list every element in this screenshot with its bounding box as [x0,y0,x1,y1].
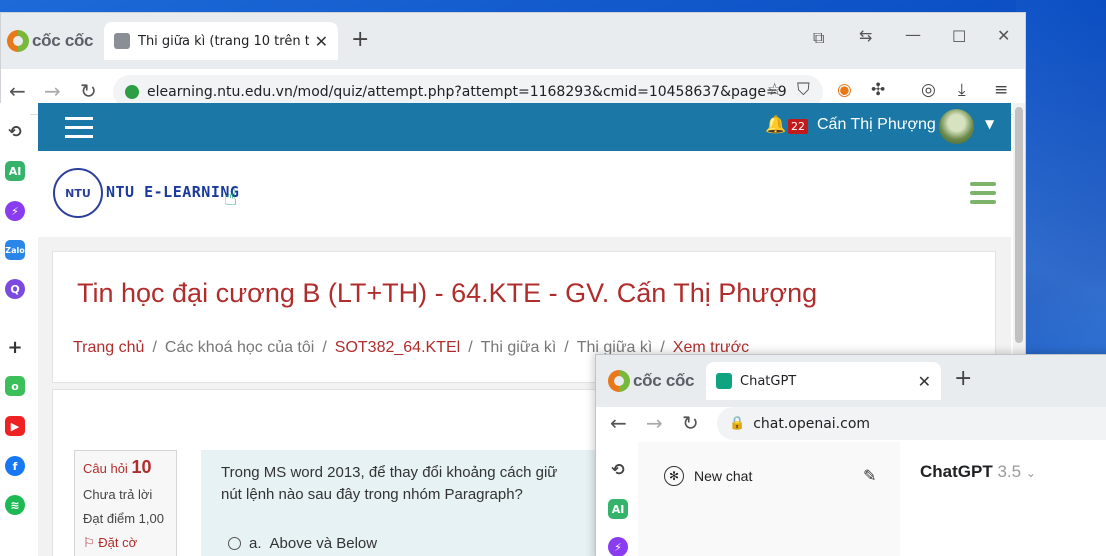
minimize-button[interactable]: — [905,25,921,44]
openai-logo-icon: ✻ [664,466,684,486]
breadcrumb-my-courses[interactable]: Các khoá học của tôi [165,339,314,356]
screen-capture-icon[interactable]: ⧉ [813,28,824,48]
question-info: Câu hỏi 10 Chưa trả lời Đạt điểm 1,00 ⚐ … [74,450,177,556]
coccoc-logo-icon [608,370,630,392]
tab-title: Thi giữa kì (trang 10 trên tổng [138,33,309,49]
drawer-menu-button[interactable] [65,117,93,144]
browser-sidebar: ⟲ AI ⚡ Zalo Q + o ▶ f ≋ [0,103,30,556]
back-button[interactable]: ← [610,411,627,435]
chatgpt-main: ChatGPT 3.5 ⌄ [900,442,1106,556]
option-a-text: Above và Below [269,535,378,552]
flag-label: Đặt cờ [98,535,138,550]
user-menu-caret-icon[interactable]: ▼ [985,117,994,131]
zalo-icon[interactable]: Zalo [5,240,25,260]
title-bar: cốc cốc Thi giữa kì (trang 10 trên tổng … [1,13,1025,69]
new-chat-button[interactable]: ✻ New chat [664,466,752,486]
address-bar[interactable]: 🔒 chat.openai.com [717,407,1106,440]
url-text: chat.openai.com [753,415,871,432]
q-app-icon[interactable]: Q [5,279,25,299]
secure-lock-icon [125,85,139,99]
menu-icon[interactable]: ≡ [994,80,1008,100]
download-icon[interactable]: ⤓ [958,80,966,100]
new-tab-button[interactable]: + [954,366,972,391]
back-button[interactable]: ← [9,79,26,103]
chatgpt-toolbar: ← → ↻ 🔒 chat.openai.com [596,407,1106,442]
reload-button[interactable]: ↻ [80,79,97,103]
ai-assistant-icon[interactable]: AI [5,161,25,181]
user-avatar[interactable] [939,109,974,144]
answer-option-a[interactable]: a. Above và Below [228,535,377,552]
option-a-letter: a. [249,535,262,552]
model-name: ChatGPT [920,462,993,481]
messenger-icon[interactable]: ⚡ [608,537,628,556]
openai-favicon-icon [716,373,732,389]
extensions-puzzle-icon[interactable]: ✣ [871,80,885,100]
model-version: 3.5 [997,462,1022,481]
question-label: Câu hỏi [83,461,128,476]
breadcrumb-home[interactable]: Trang chủ [73,339,144,356]
facebook-icon[interactable]: f [5,456,25,476]
course-title: Tin học đại cương B (LT+TH) - 64.KTE - G… [77,278,818,308]
bookmark-star-icon[interactable]: ☆ [767,80,782,100]
forward-button[interactable]: → [44,79,61,103]
scrollbar-thumb[interactable] [1015,107,1023,343]
model-selector[interactable]: ChatGPT 3.5 ⌄ [920,462,1036,482]
notification-bell-icon[interactable]: 🔔 [765,115,786,135]
pointer-hand-icon: ☝ [224,186,238,211]
profile-icon[interactable]: ◎ [921,80,936,100]
close-tab-icon[interactable]: ✕ [315,32,328,51]
url-text: elearning.ntu.edu.vn/mod/quiz/attempt.ph… [147,84,787,100]
question-score: Đạt điểm 1,00 [83,511,164,526]
site-navbar: 🔔 22 Cấn Thị Phượng ▼ [38,103,1011,151]
green-app-icon[interactable]: o [5,376,25,396]
coccoc-logo[interactable]: cốc cốc [7,30,94,52]
new-chat-label: New chat [694,468,753,484]
tab-title: ChatGPT [740,373,797,389]
forward-button[interactable]: → [646,411,663,435]
user-name[interactable]: Cấn Thị Phượng [817,116,936,134]
page-favicon-icon [114,33,130,49]
chatgpt-sidebar-strip: ⟲ AI ⚡ [596,451,638,556]
close-window-button[interactable]: ✕ [997,26,1010,45]
chevron-down-icon: ⌄ [1025,466,1036,480]
youtube-icon[interactable]: ▶ [5,416,25,436]
tab-chatgpt[interactable]: ChatGPT ✕ [706,362,941,400]
history-icon[interactable]: ⟲ [5,121,25,141]
coccoc-logo-2[interactable]: cốc cốc [608,370,695,392]
question-status: Chưa trả lời [83,487,153,502]
close-tab-icon[interactable]: ✕ [918,372,931,391]
breadcrumb-course[interactable]: SOT382_64.KTEl [335,339,460,356]
maximize-button[interactable]: ☐ [952,27,966,46]
question-number: 10 [131,457,152,477]
lock-icon: 🔒 [729,416,746,431]
reload-button[interactable]: ↻ [682,411,699,435]
ntu-logo[interactable]: NTU [53,168,103,218]
browser-brand-name: cốc cốc [633,371,695,390]
flag-icon: ⚐ [83,535,95,550]
option-a-radio[interactable] [228,537,241,550]
messenger-icon[interactable]: ⚡ [5,201,25,221]
site-brand-name[interactable]: NTU E-LEARNING [106,183,239,201]
flag-question-button[interactable]: ⚐ Đặt cờ [83,535,168,551]
coccoc-logo-icon [7,30,29,52]
breadcrumb-section[interactable]: Thi giữa kì [481,339,557,356]
back-window-icon[interactable]: ⇆ [859,26,872,45]
history-icon[interactable]: ⟲ [608,459,628,479]
shield-icon[interactable]: ⛉ [797,80,810,100]
browser-window-chatgpt: cốc cốc ChatGPT ✕ + ← → ↻ 🔒 chat.openai.… [595,354,1106,556]
notification-count-badge: 22 [788,119,808,134]
chatgpt-history-panel: ✻ New chat ✎ [638,442,900,556]
chatgpt-title-bar: cốc cốc ChatGPT ✕ + [596,355,1106,407]
coccoc-extension-icon[interactable]: ◉ [837,80,852,100]
tab-quiz[interactable]: Thi giữa kì (trang 10 trên tổng ✕ [104,22,338,60]
spotify-icon[interactable]: ≋ [5,495,25,515]
compose-icon[interactable]: ✎ [863,466,876,485]
ai-assistant-icon[interactable]: AI [608,499,628,519]
site-menu-button[interactable] [970,182,996,209]
browser-brand-name: cốc cốc [32,31,94,50]
brand-bar: NTU NTU E-LEARNING ☝ [38,151,1011,237]
add-app-icon[interactable]: + [5,337,25,358]
new-tab-button[interactable]: + [351,27,369,52]
